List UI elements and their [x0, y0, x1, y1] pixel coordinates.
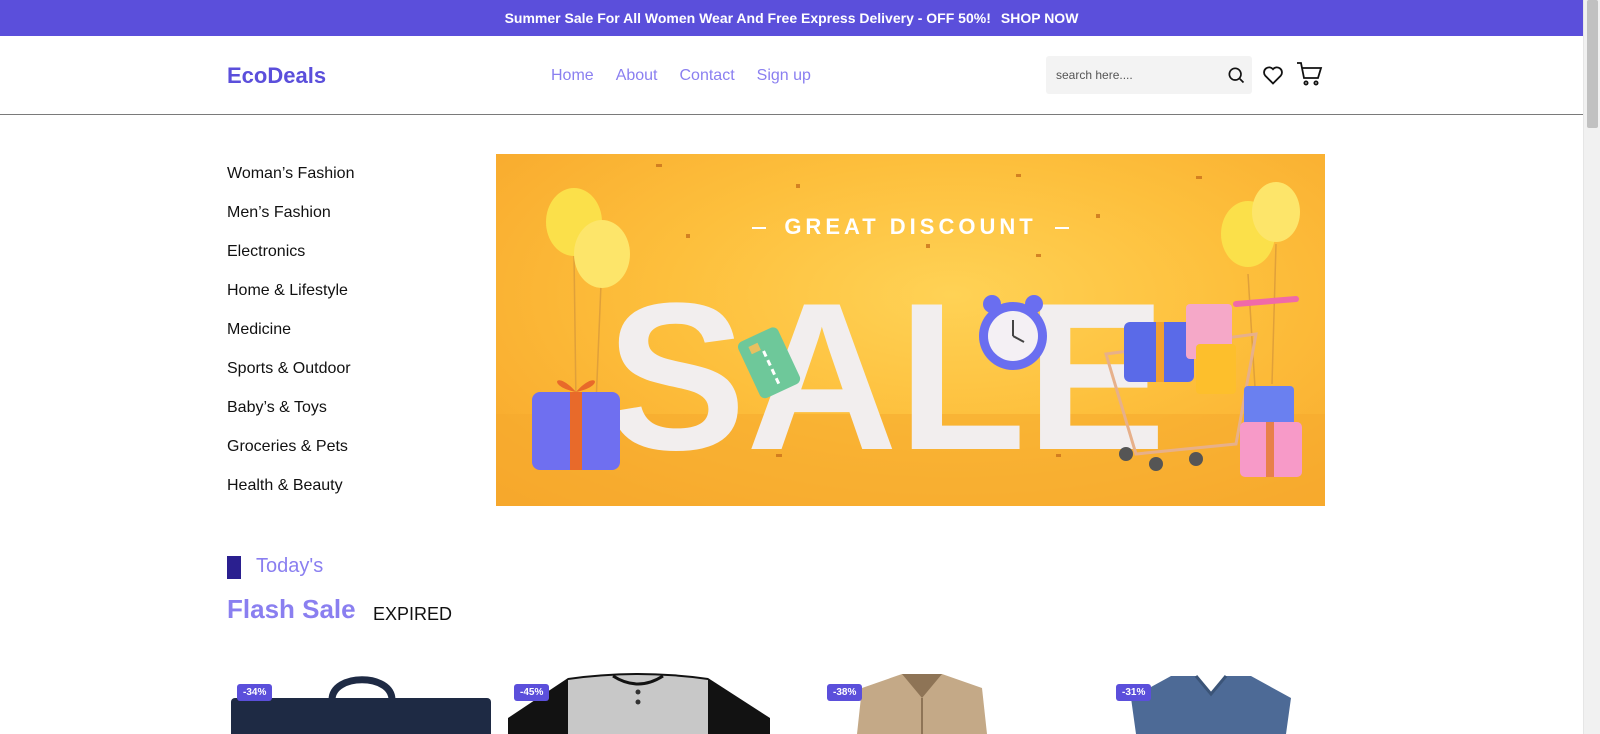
shop-now-link[interactable]: SHOP NOW — [1001, 10, 1079, 26]
hero-subtitle-text: GREAT DISCOUNT — [784, 214, 1037, 239]
search-box — [1046, 56, 1252, 94]
page-scrollbar[interactable] — [1583, 0, 1600, 734]
product-image-vneck-tshirt — [1131, 675, 1291, 734]
wishlist-heart-icon[interactable] — [1261, 63, 1285, 87]
discount-badge: -31% — [1116, 684, 1152, 701]
discount-badge: -34% — [237, 684, 273, 701]
promo-message: Summer Sale For All Women Wear And Free … — [504, 10, 991, 26]
main-nav: Home About Contact Sign up — [551, 67, 811, 85]
product-image-tote-bag — [231, 676, 491, 734]
cart-icon[interactable] — [1295, 60, 1323, 88]
category-womens-fashion[interactable]: Woman’s Fashion — [227, 164, 354, 203]
dash-left — [752, 227, 767, 230]
discount-badge: -38% — [827, 684, 863, 701]
countdown-status: EXPIRED — [373, 604, 453, 624]
product-card[interactable]: -38% — [822, 668, 1022, 734]
category-babys-toys[interactable]: Baby’s & Toys — [227, 398, 354, 437]
category-electronics[interactable]: Electronics — [227, 242, 354, 281]
category-sports-outdoor[interactable]: Sports & Outdoor — [227, 359, 354, 398]
site-header: EcoDeals Home About Contact Sign up — [0, 36, 1583, 115]
hero-illustration: SALE — [496, 164, 1325, 506]
hero-subtitle: GREAT DISCOUNT — [496, 214, 1325, 240]
product-image-henley-shirt — [508, 673, 770, 734]
hero-sale-text: SALE — [606, 259, 1166, 494]
dash-right — [1054, 227, 1069, 230]
category-mens-fashion[interactable]: Men’s Fashion — [227, 203, 354, 242]
nav-about[interactable]: About — [616, 67, 658, 85]
section-label: Today's — [256, 555, 324, 577]
product-image-khaki-jacket — [857, 674, 987, 734]
product-card[interactable]: -45% — [508, 668, 770, 734]
section-marker — [227, 556, 241, 579]
product-card[interactable]: -31% — [1111, 668, 1311, 734]
logo[interactable]: EcoDeals — [227, 63, 326, 89]
category-home-lifestyle[interactable]: Home & Lifestyle — [227, 281, 354, 320]
flash-sale-title: Flash Sale — [227, 594, 356, 624]
hero-sale-banner[interactable]: SALE GREAT DISCOUNT — [496, 154, 1325, 506]
category-sidebar: Woman’s Fashion Men’s Fashion Electronic… — [227, 164, 354, 515]
nav-contact[interactable]: Contact — [680, 67, 735, 85]
nav-sign-up[interactable]: Sign up — [757, 67, 811, 85]
category-medicine[interactable]: Medicine — [227, 320, 354, 359]
nav-home[interactable]: Home — [551, 67, 594, 85]
search-icon[interactable] — [1226, 65, 1246, 85]
scrollbar-thumb[interactable] — [1587, 0, 1598, 128]
discount-badge: -45% — [514, 684, 550, 701]
category-health-beauty[interactable]: Health & Beauty — [227, 476, 354, 515]
promo-banner: Summer Sale For All Women Wear And Free … — [0, 0, 1583, 36]
product-card[interactable]: -34% — [227, 668, 495, 734]
category-groceries-pets[interactable]: Groceries & Pets — [227, 437, 354, 476]
search-input[interactable] — [1056, 66, 1216, 84]
